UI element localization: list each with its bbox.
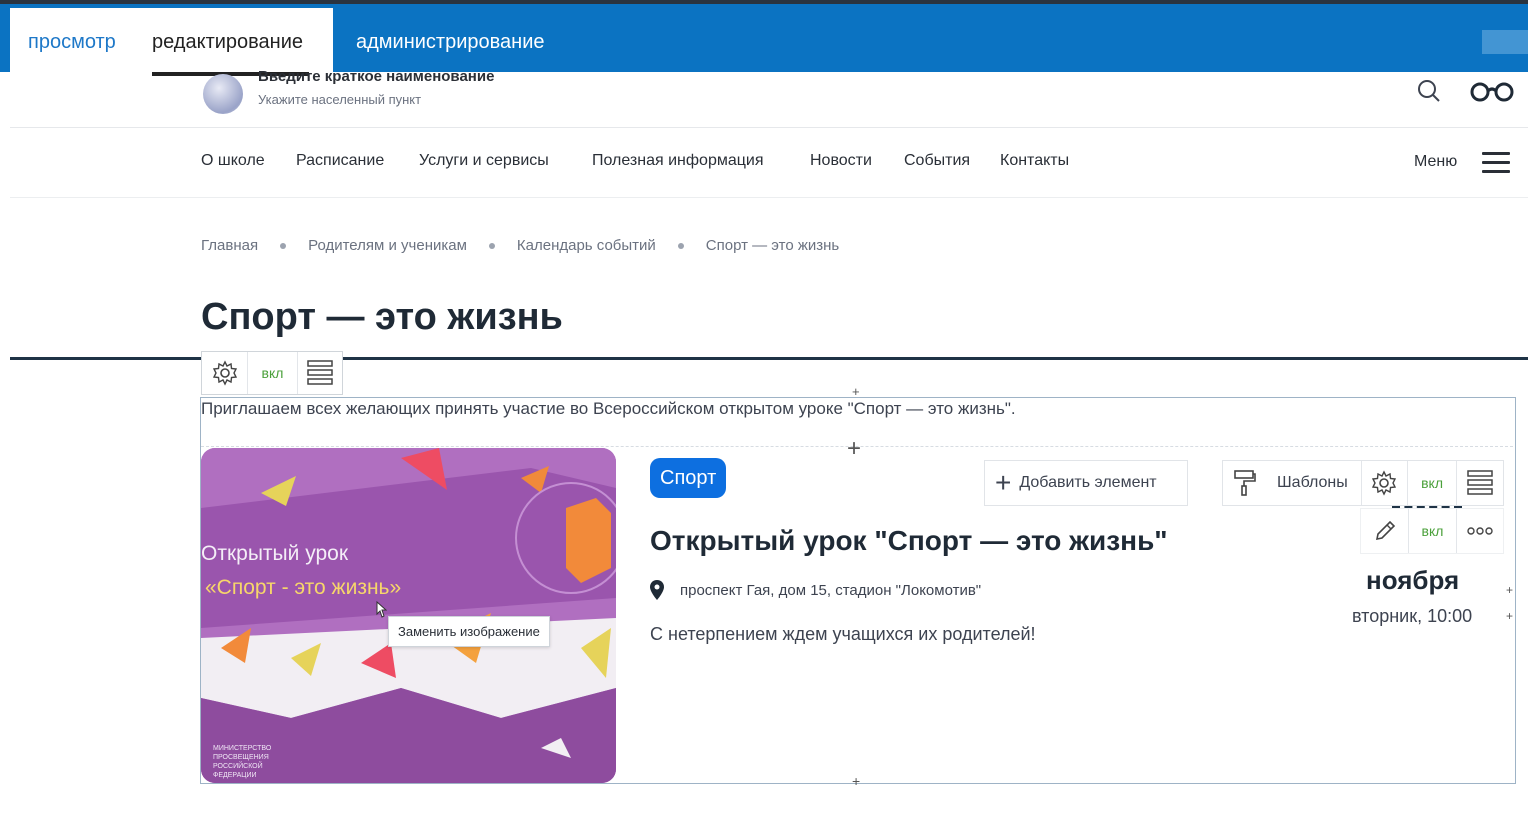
topbar-corner-control[interactable]: [1482, 30, 1528, 54]
more-options-button[interactable]: [1457, 509, 1503, 553]
event-day-time: вторник, 10:00: [1352, 606, 1473, 626]
page-title: Спорт — это жизнь: [201, 296, 563, 338]
edit-button[interactable]: [1361, 509, 1409, 553]
nav-item-news[interactable]: Новости: [810, 152, 872, 170]
tab-view[interactable]: просмотр: [10, 8, 135, 76]
breadcrumb-separator: [677, 242, 684, 249]
category-tag[interactable]: Спорт: [650, 458, 727, 498]
replace-image-tooltip: Заменить изображение: [388, 616, 550, 647]
nav-item-services[interactable]: Услуги и сервисы: [419, 152, 549, 170]
breadcrumb-calendar[interactable]: Календарь событий: [517, 237, 656, 254]
breadcrumb-separator: [488, 242, 495, 249]
paint-roller-icon: [1234, 470, 1256, 496]
insert-right-icon-2[interactable]: +: [1506, 610, 1513, 622]
breadcrumb-home[interactable]: Главная: [201, 237, 258, 254]
nav-item-about[interactable]: О школе: [201, 152, 265, 170]
block-reorder-button[interactable]: [298, 352, 342, 394]
block-settings-button[interactable]: [202, 352, 248, 394]
add-element-label: Добавить элемент: [1019, 474, 1157, 491]
event-month: ноября: [1366, 565, 1460, 595]
templates-label: Шаблоны: [1277, 474, 1348, 491]
nav-item-useful-info[interactable]: Полезная информация: [592, 152, 764, 170]
date-toolbar: вкл: [1360, 508, 1504, 554]
nav-item-events[interactable]: События: [904, 152, 970, 170]
tab-edit-label: редактирование: [152, 30, 304, 53]
breadcrumb-parents[interactable]: Родителям и ученикам: [308, 237, 467, 254]
element-toolbar: Шаблоны вкл: [1222, 460, 1504, 506]
more-dots-icon: [1467, 527, 1493, 535]
event-title[interactable]: Открытый урок "Спорт — это жизнь": [650, 525, 1168, 557]
insert-element-icon[interactable]: +: [847, 437, 861, 461]
list-lines-icon: [1467, 470, 1493, 495]
insert-above-icon[interactable]: +: [852, 385, 860, 398]
site-name[interactable]: Введите краткое наименование: [258, 68, 494, 85]
insert-below-icon[interactable]: +: [852, 774, 860, 788]
element-reorder-button[interactable]: [1457, 461, 1503, 505]
pencil-icon: [1375, 520, 1395, 541]
admin-topbar: просмотр редактирование администрировани…: [0, 0, 1528, 76]
intro-paragraph[interactable]: Приглашаем всех желающих принять участие…: [201, 399, 1016, 419]
plus-icon: +: [995, 467, 1012, 498]
nav-item-contacts[interactable]: Контакты: [1000, 152, 1069, 170]
breadcrumb-current: Спорт — это жизнь: [705, 237, 840, 254]
image-caption-line-1: Открытый урок: [201, 542, 348, 565]
insert-right-icon[interactable]: +: [1506, 584, 1513, 596]
site-place[interactable]: Укажите населенный пункт: [258, 92, 421, 107]
burger-menu-icon[interactable]: [1482, 152, 1510, 174]
event-location: проспект Гая, дом 15, стадион "Локомотив…: [650, 580, 981, 600]
tab-administration[interactable]: администрирование: [356, 8, 545, 76]
gear-icon: [1372, 470, 1397, 496]
main-nav: О школе Расписание Услуги и сервисы Поле…: [10, 128, 1528, 198]
location-text: проспект Гая, дом 15, стадион "Локомотив…: [680, 581, 982, 599]
date-visibility-toggle[interactable]: вкл: [1409, 509, 1457, 553]
menu-button-label[interactable]: Меню: [1414, 153, 1457, 171]
block-toolbar: вкл: [201, 351, 343, 395]
mouse-cursor-icon: [376, 600, 387, 618]
add-element-button[interactable]: + Добавить элемент: [984, 460, 1188, 506]
breadcrumb-separator: [280, 242, 287, 249]
site-header: Введите краткое наименование Укажите нас…: [10, 68, 1528, 128]
element-settings-button[interactable]: [1362, 461, 1408, 505]
tab-edit[interactable]: редактирование: [135, 8, 333, 76]
templates-button[interactable]: Шаблоны: [1223, 461, 1363, 505]
search-icon[interactable]: [1416, 78, 1442, 104]
gear-icon: [212, 360, 237, 386]
block-visibility-toggle[interactable]: вкл: [248, 352, 298, 394]
accessibility-glasses-icon[interactable]: [1468, 78, 1516, 104]
breadcrumb: Главная Родителям и ученикам Календарь с…: [201, 237, 839, 254]
element-visibility-toggle[interactable]: вкл: [1408, 461, 1458, 505]
image-caption-line-2: «Спорт - это жизнь»: [205, 576, 402, 599]
site-logo[interactable]: [203, 74, 243, 114]
image-ministry-logo: МИНИСТЕРСТВО ПРОСВЕЩЕНИЯ РОССИЙСКОЙ ФЕДЕ…: [213, 745, 272, 779]
event-description[interactable]: С нетерпением ждем учащихся их родителей…: [650, 624, 1036, 645]
nav-item-schedule[interactable]: Расписание: [296, 152, 384, 170]
list-lines-icon: [307, 360, 333, 385]
location-pin-icon: [650, 580, 664, 600]
